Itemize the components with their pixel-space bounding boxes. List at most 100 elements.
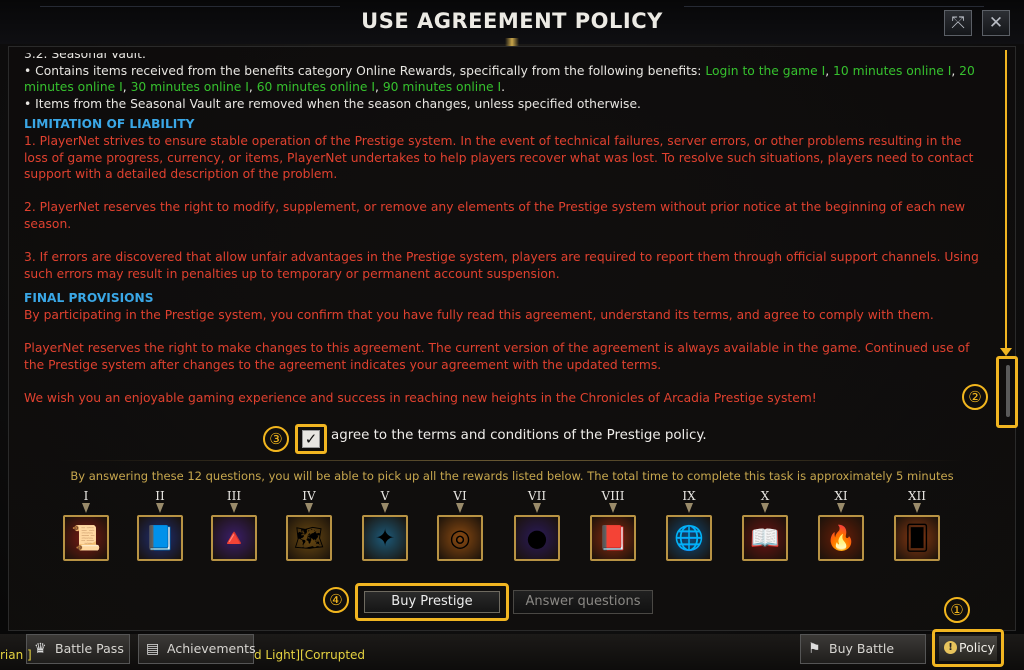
scroll-icon: 📜: [63, 515, 109, 561]
reward-ribbon: [82, 503, 90, 513]
benefit-link[interactable]: 10 minutes online I: [833, 64, 951, 78]
reward-ribbon: [305, 503, 313, 513]
partial-heading: 3.2. Seasonal Vault:: [24, 53, 147, 61]
liability-heading: LIMITATION OF LIABILITY: [24, 117, 195, 132]
resize-icon[interactable]: ⤧: [944, 10, 972, 36]
policy-button[interactable]: ! Policy: [939, 636, 997, 661]
reward-number: X: [760, 489, 770, 503]
orb-icon: ●: [514, 515, 560, 561]
reward-slot[interactable]: IV 🗺: [283, 489, 335, 561]
title-gem-ornament: [505, 38, 519, 46]
reward-number: II: [155, 489, 165, 503]
spellbook-icon: 📖: [742, 515, 788, 561]
medallion-icon: ◎: [437, 515, 483, 561]
reward-number: XI: [834, 489, 848, 503]
window-title: USE AGREEMENT POLICY: [361, 9, 663, 33]
reward-number: I: [83, 489, 89, 503]
scroll-thumb[interactable]: [1006, 365, 1010, 417]
reward-slot[interactable]: X 📖: [739, 489, 791, 561]
reward-slot[interactable]: XII 🂠: [891, 489, 943, 561]
callout-3: ③: [263, 426, 289, 452]
buy-prestige-frame: Buy Prestige: [355, 583, 509, 621]
bullet1-text: • Contains items received from the benef…: [24, 63, 706, 78]
pyramid-icon: 🔺: [211, 515, 257, 561]
scrollbar[interactable]: [996, 356, 1018, 428]
policy-button-frame: ! Policy: [932, 629, 1004, 667]
reward-ribbon: [456, 503, 464, 513]
final-heading: FINAL PROVISIONS: [24, 291, 154, 306]
callout-2: ②: [962, 384, 988, 410]
book-icon: 📘: [137, 515, 183, 561]
close-icon[interactable]: ✕: [982, 10, 1010, 36]
reward-number: IX: [682, 489, 696, 503]
benefit-link[interactable]: Login to the game I: [705, 64, 825, 78]
title-bar: USE AGREEMENT POLICY ⤧ ✕: [0, 0, 1024, 46]
buy-prestige-button[interactable]: Buy Prestige: [364, 591, 500, 613]
reward-number: V: [380, 489, 390, 503]
reward-number: IV: [302, 489, 316, 503]
divider: [60, 460, 964, 461]
policy-text-area[interactable]: 3.2. Seasonal Vault: • Contains items re…: [24, 53, 979, 423]
reward-ribbon: [913, 503, 921, 513]
liability-paragraph-3: 3. If errors are discovered that allow u…: [24, 250, 979, 281]
reward-ribbon: [609, 503, 617, 513]
book-icon: ▤: [146, 641, 160, 657]
reward-slot[interactable]: II 📘: [134, 489, 186, 561]
reward-slot[interactable]: I 📜: [60, 489, 112, 561]
policy-label: Policy: [959, 640, 995, 655]
boot-icon: ⚑: [808, 641, 821, 657]
battle-pass-button[interactable]: ♛ Battle Pass: [26, 634, 130, 664]
reward-slot[interactable]: VIII 📕: [587, 489, 639, 561]
cards-icon: 🂠: [894, 515, 940, 561]
tome-icon: 📕: [590, 515, 636, 561]
benefit-link[interactable]: 60 minutes online I: [257, 80, 375, 94]
scroll-down-arrow: [1000, 50, 1012, 356]
reward-slot[interactable]: VII ●: [511, 489, 563, 561]
chat-fragment: rian ] d Light][Corrupted: [0, 648, 365, 662]
chat-fragment-left: rian ]: [0, 648, 32, 662]
final-paragraph-3: We wish you an enjoyable gaming experien…: [24, 390, 817, 405]
reward-ribbon: [230, 503, 238, 513]
callout-1: ①: [944, 597, 970, 623]
globe-icon: 🌐: [666, 515, 712, 561]
rewards-info-text: By answering these 12 questions, you wil…: [70, 469, 954, 483]
artifact-icon: ✦: [362, 515, 408, 561]
final-paragraph-2: PlayerNet reserves the right to make cha…: [24, 341, 970, 372]
reward-slot[interactable]: III 🔺: [208, 489, 260, 561]
reward-slot[interactable]: IX 🌐: [663, 489, 715, 561]
liability-paragraph-1: 1. PlayerNet strives to ensure stable op…: [24, 133, 974, 182]
reward-ribbon: [533, 503, 541, 513]
reward-number: VIII: [601, 489, 625, 503]
reward-slot[interactable]: V ✦: [359, 489, 411, 561]
liability-paragraph-2: 2. PlayerNet reserves the right to modif…: [24, 200, 965, 231]
reward-number: III: [226, 489, 242, 503]
reward-number: VII: [527, 489, 547, 503]
answer-questions-button[interactable]: Answer questions: [513, 590, 653, 614]
reward-ribbon: [381, 503, 389, 513]
agree-label: agree to the terms and conditions of the…: [331, 428, 707, 443]
achievements-label: Achievements: [167, 641, 256, 656]
reward-ribbon: [685, 503, 693, 513]
chat-fragment-right: d Light][Corrupted: [254, 648, 366, 662]
reward-slot[interactable]: VI ◎: [434, 489, 486, 561]
battle-pass-label: Battle Pass: [55, 641, 124, 656]
benefit-link[interactable]: 30 minutes online I: [131, 80, 249, 94]
reward-ribbon: [837, 503, 845, 513]
map-icon: 🗺: [286, 515, 332, 561]
final-paragraph-1: By participating in the Prestige system,…: [24, 307, 934, 322]
game-screen: USE AGREEMENT POLICY ⤧ ✕ 3.2. Seasonal V…: [0, 0, 1024, 670]
bullet-online-rewards: • Contains items received from the benef…: [24, 63, 975, 95]
fire-orb-icon: 🔥: [818, 515, 864, 561]
info-icon: !: [944, 641, 957, 654]
buy-battle-pass-button[interactable]: ⚑Buy Battle Pass: [800, 634, 926, 670]
agree-checkbox[interactable]: ✓: [302, 430, 320, 448]
agree-checkbox-frame[interactable]: ✓: [295, 424, 327, 454]
reward-number: VI: [453, 489, 467, 503]
bullet-seasonal-removal: • Items from the Seasonal Vault are remo…: [24, 96, 641, 111]
achievements-button[interactable]: ▤ Achievements: [138, 634, 256, 664]
reward-slot[interactable]: XI 🔥: [815, 489, 867, 561]
reward-number: XII: [907, 489, 927, 503]
reward-ribbon: [156, 503, 164, 513]
benefit-link[interactable]: 90 minutes online I: [383, 80, 501, 94]
callout-4: ④: [323, 587, 349, 613]
